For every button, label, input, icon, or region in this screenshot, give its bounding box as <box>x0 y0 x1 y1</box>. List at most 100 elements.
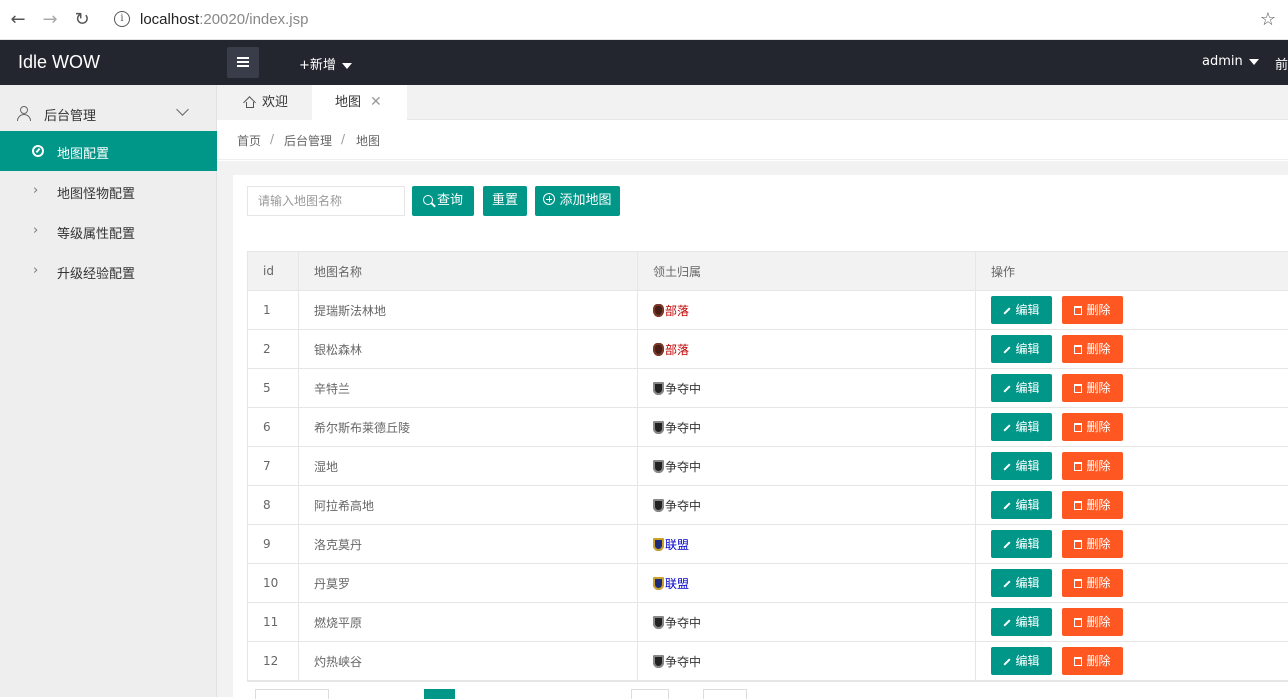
cell-map-name: 灼热峡谷 <box>299 642 638 681</box>
faction-label: 部落 <box>665 343 689 357</box>
cell-actions: 编辑删除 <box>976 486 1288 525</box>
edit-button[interactable]: 编辑 <box>991 491 1052 519</box>
address-bar[interactable]: localhost:20020/index.jsp <box>140 11 308 28</box>
reset-button[interactable]: 重置 <box>483 186 527 216</box>
delete-button[interactable]: 删除 <box>1062 569 1123 597</box>
sidebar-group-label: 后台管理 <box>44 105 96 124</box>
caret-down-icon <box>1249 59 1259 65</box>
edit-label: 编辑 <box>1015 615 1039 629</box>
delete-label: 删除 <box>1086 420 1110 434</box>
pencil-icon <box>1004 463 1011 470</box>
bookmark-star-icon[interactable]: ☆ <box>1260 9 1276 30</box>
column-header-actions: 操作 <box>976 252 1288 291</box>
cell-map-name: 辛特兰 <box>299 369 638 408</box>
breadcrumb-current: 地图 <box>356 132 380 149</box>
sidebar-item-map-config[interactable]: 地图配置 <box>0 131 217 171</box>
edit-label: 编辑 <box>1015 420 1039 434</box>
edit-button[interactable]: 编辑 <box>991 569 1052 597</box>
edit-button[interactable]: 编辑 <box>991 374 1052 402</box>
table-row: 7湿地争夺中编辑删除 <box>248 447 1288 486</box>
cell-actions: 编辑删除 <box>976 642 1288 681</box>
tab-welcome[interactable]: 欢迎 <box>217 85 312 120</box>
edit-button[interactable]: 编辑 <box>991 530 1052 558</box>
pencil-icon <box>1004 619 1011 626</box>
front-page-link[interactable]: 前 <box>1275 54 1288 73</box>
edit-button[interactable]: 编辑 <box>991 335 1052 363</box>
cell-actions: 编辑 删除 <box>976 603 1288 642</box>
cell-actions: 编辑删除 <box>976 291 1288 330</box>
breadcrumb-admin[interactable]: 后台管理 <box>284 132 332 149</box>
delete-label: 删除 <box>1086 615 1110 629</box>
table-row: 9洛克莫丹联盟编辑删除 <box>248 525 1288 564</box>
close-icon[interactable]: ✕ <box>370 85 382 120</box>
table-header-row: id 地图名称 领土归属 操作 <box>248 252 1288 291</box>
cell-id: 6 <box>248 408 299 447</box>
site-info-icon[interactable]: i <box>114 11 130 27</box>
cell-id: 12 <box>248 642 299 681</box>
delete-button[interactable]: 删除 <box>1062 452 1123 480</box>
forward-arrow-icon[interactable]: → <box>40 10 60 30</box>
delete-button[interactable]: 删除 <box>1062 296 1123 324</box>
table-row: 5辛特兰争夺中编辑删除 <box>248 369 1288 408</box>
page-jump-button[interactable] <box>703 689 747 699</box>
tab-map[interactable]: 地图 ✕ <box>312 85 407 120</box>
map-name-search-input[interactable]: 请输入地图名称 <box>247 186 405 216</box>
breadcrumb-separator: / <box>341 132 345 146</box>
delete-button[interactable]: 删除 <box>1062 608 1123 636</box>
user-menu[interactable]: admin <box>1202 54 1259 69</box>
sidebar-item-label: 地图怪物配置 <box>57 183 135 202</box>
add-new-menu[interactable]: +新增 <box>299 54 352 73</box>
edit-button[interactable]: 编辑 <box>991 452 1052 480</box>
sidebar-group-admin[interactable]: 后台管理 <box>0 85 217 131</box>
delete-button[interactable]: 删除 <box>1062 413 1123 441</box>
edit-label: 编辑 <box>1015 576 1039 590</box>
trash-icon <box>1074 540 1082 549</box>
add-map-label: 添加地图 <box>559 193 611 208</box>
back-arrow-icon[interactable]: ← <box>8 10 28 30</box>
faction-label: 争夺中 <box>665 382 701 396</box>
trash-icon <box>1074 579 1082 588</box>
sidebar-item-levelup-exp-config[interactable]: › 升级经验配置 <box>0 251 217 291</box>
pencil-icon <box>1004 502 1011 509</box>
reload-icon[interactable]: ↻ <box>72 10 92 30</box>
add-map-button[interactable]: 添加地图 <box>535 186 620 216</box>
alliance-emblem-icon <box>653 577 664 590</box>
edit-button[interactable]: 编辑 <box>991 647 1052 675</box>
sidebar-item-label: 地图配置 <box>57 143 109 162</box>
faction-label: 争夺中 <box>665 421 701 435</box>
trash-icon <box>1074 462 1082 471</box>
edit-button[interactable]: 编辑 <box>991 608 1052 636</box>
sidebar-item-level-attr-config[interactable]: › 等级属性配置 <box>0 211 217 251</box>
cell-map-name: 洛克莫丹 <box>299 525 638 564</box>
cell-faction: 争夺中 <box>638 408 976 447</box>
horde-emblem-icon <box>653 304 664 317</box>
cell-id: 2 <box>248 330 299 369</box>
cell-map-name: 燃烧平原 <box>299 603 638 642</box>
app-header: Idle WOW +新增 admin 前 <box>0 40 1288 85</box>
page-jump-input[interactable] <box>631 689 669 699</box>
cell-id: 11 <box>248 603 299 642</box>
faction-label: 部落 <box>665 304 689 318</box>
breadcrumb-home[interactable]: 首页 <box>237 132 261 149</box>
tab-bar: 欢迎 地图 ✕ <box>217 85 1288 120</box>
user-icon <box>17 106 31 120</box>
contested-emblem-icon <box>653 499 664 512</box>
delete-button[interactable]: 删除 <box>1062 530 1123 558</box>
delete-button[interactable]: 删除 <box>1062 335 1123 363</box>
search-button[interactable]: 查询 <box>412 186 474 216</box>
pagination-current-page[interactable] <box>424 689 455 699</box>
edit-button[interactable]: 编辑 <box>991 296 1052 324</box>
edit-button[interactable]: 编辑 <box>991 413 1052 441</box>
cell-faction: 联盟 <box>638 525 976 564</box>
chevron-right-icon: › <box>33 223 38 238</box>
delete-button[interactable]: 删除 <box>1062 374 1123 402</box>
app-logo: Idle WOW <box>18 52 100 73</box>
delete-button[interactable]: 删除 <box>1062 491 1123 519</box>
sidebar-item-map-monster-config[interactable]: › 地图怪物配置 <box>0 171 217 211</box>
table-row: 12灼热峡谷争夺中编辑删除 <box>248 642 1288 681</box>
delete-button[interactable]: 删除 <box>1062 647 1123 675</box>
edit-label: 编辑 <box>1015 342 1039 356</box>
page-size-select[interactable] <box>255 689 329 699</box>
trash-icon <box>1074 618 1082 627</box>
menu-toggle-button[interactable] <box>227 47 259 78</box>
